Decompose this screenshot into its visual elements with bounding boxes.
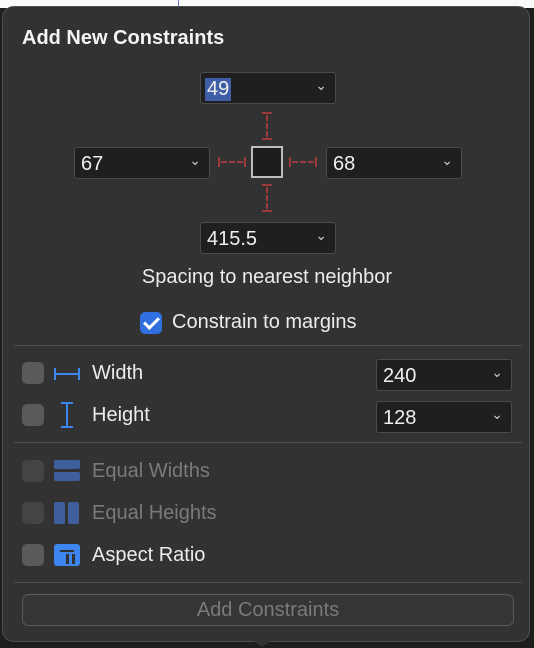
view-placeholder: [251, 146, 283, 178]
top-spacing-value[interactable]: 49: [205, 78, 232, 101]
aspect-ratio-checkbox[interactable]: [22, 544, 44, 566]
equal-heights-icon: [54, 502, 80, 524]
bottom-spacing-field[interactable]: 415.5 ⌄: [200, 222, 336, 254]
left-spacing-value[interactable]: 67: [81, 153, 103, 176]
width-value[interactable]: 240: [383, 365, 416, 388]
chevron-down-icon[interactable]: ⌄: [491, 364, 503, 381]
equal-widths-checkbox[interactable]: [22, 460, 44, 482]
divider: [14, 582, 522, 583]
popover-title: Add New Constraints: [22, 27, 225, 49]
height-checkbox[interactable]: [22, 404, 44, 426]
aspect-ratio-label: Aspect Ratio: [92, 544, 206, 566]
left-spacing-field[interactable]: 67 ⌄: [74, 147, 210, 179]
chevron-down-icon[interactable]: ⌄: [315, 227, 327, 244]
chevron-down-icon[interactable]: ⌄: [491, 406, 503, 423]
left-strut[interactable]: [218, 157, 246, 167]
height-icon: [61, 402, 73, 428]
width-label: Width: [92, 362, 144, 384]
height-value-field[interactable]: 128 ⌄: [376, 401, 512, 433]
width-value-field[interactable]: 240 ⌄: [376, 359, 512, 391]
top-spacing-field[interactable]: 49 ⌄: [200, 72, 336, 104]
equal-heights-label: Equal Heights: [92, 502, 217, 524]
popover-arrow: [252, 640, 272, 647]
divider: [14, 442, 522, 443]
width-icon: [54, 368, 80, 380]
equal-heights-checkbox[interactable]: [22, 502, 44, 524]
aspect-ratio-icon: [54, 544, 80, 566]
equal-widths-icon: [54, 460, 80, 482]
add-constraints-button[interactable]: Add Constraints: [22, 594, 514, 626]
bottom-spacing-value[interactable]: 415.5: [207, 228, 257, 251]
top-strut[interactable]: [262, 112, 272, 140]
spacing-caption: Spacing to nearest neighbor: [141, 266, 393, 288]
right-spacing-value[interactable]: 68: [333, 153, 355, 176]
height-label: Height: [92, 404, 150, 426]
bottom-strut[interactable]: [262, 184, 272, 212]
chevron-down-icon[interactable]: ⌄: [189, 152, 201, 169]
chevron-down-icon[interactable]: ⌄: [441, 152, 453, 169]
chevron-down-icon[interactable]: ⌄: [315, 77, 327, 94]
constrain-margins-label: Constrain to margins: [172, 311, 357, 333]
equal-widths-label: Equal Widths: [92, 460, 210, 482]
width-checkbox[interactable]: [22, 362, 44, 384]
divider: [14, 345, 522, 346]
right-spacing-field[interactable]: 68 ⌄: [326, 147, 462, 179]
constrain-margins-checkbox[interactable]: [140, 312, 162, 334]
height-value[interactable]: 128: [383, 407, 416, 430]
right-strut[interactable]: [289, 157, 317, 167]
